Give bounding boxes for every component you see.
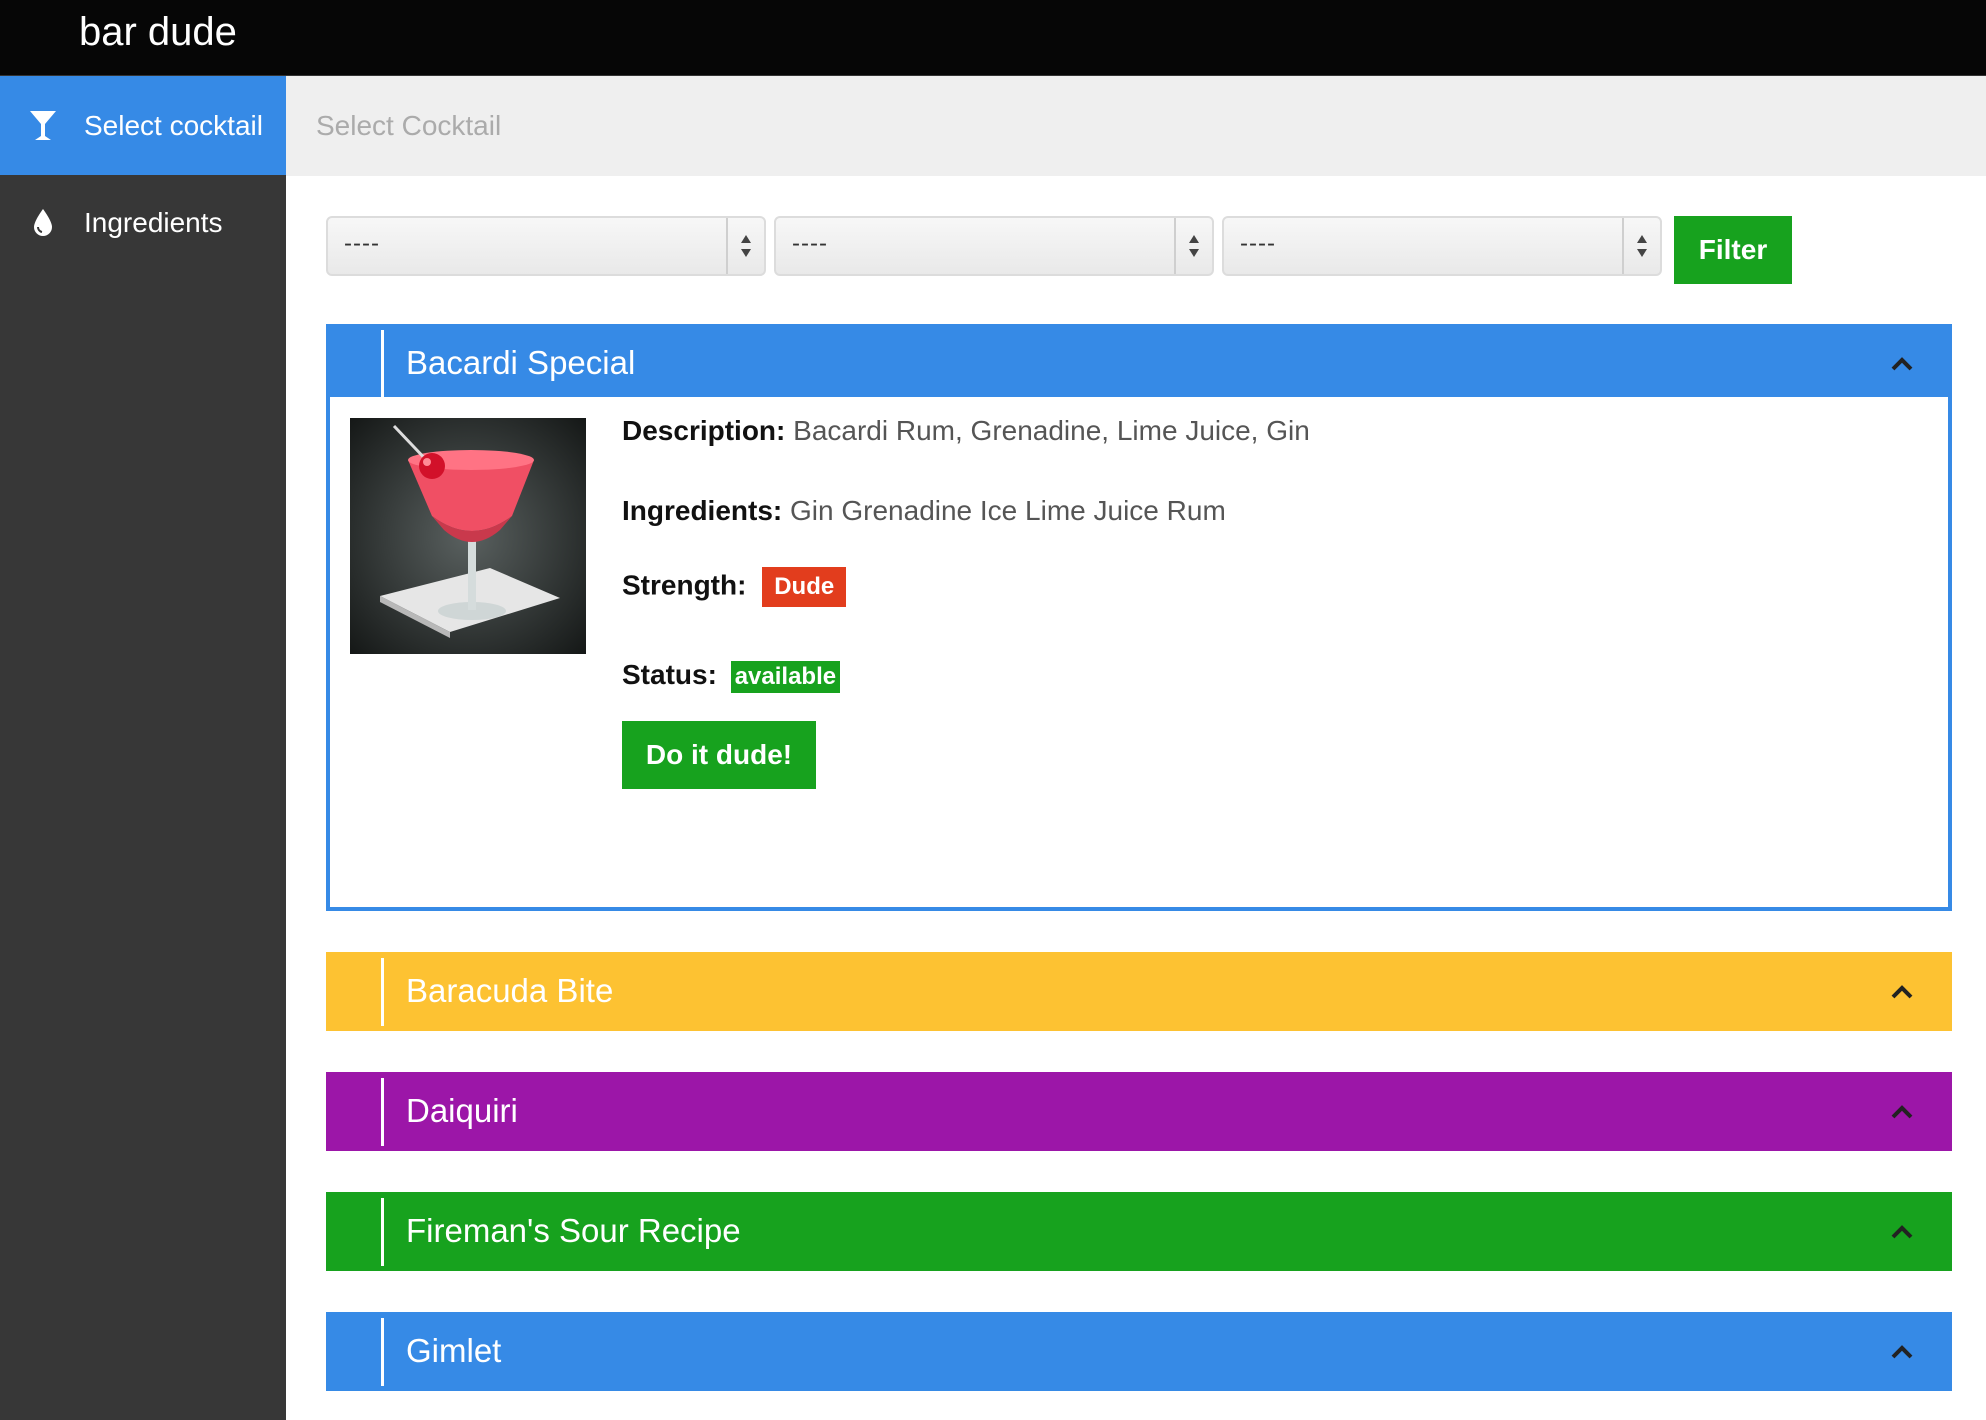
select-arrows-icon [1622, 218, 1660, 274]
sidebar-item-label: Select cocktail [84, 109, 263, 141]
cocktail-panel-header-gimlet[interactable]: Gimlet [326, 1312, 1952, 1391]
header-divider [381, 1198, 384, 1266]
do-it-button[interactable]: Do it dude! [622, 721, 816, 789]
chevron-up-icon[interactable] [1890, 1340, 1914, 1364]
cocktail-panel-header-baracuda-bite[interactable]: Baracuda Bite [326, 952, 1952, 1031]
ingredients-label: Ingredients: [622, 495, 783, 526]
ingredients-row: Ingredients: Gin Grenadine Ice Lime Juic… [622, 495, 1226, 527]
header-divider [381, 330, 384, 398]
select-value: ---- [344, 230, 380, 257]
header-divider [381, 1318, 384, 1386]
cocktail-glass-icon [22, 105, 64, 147]
page-title: Select Cocktail [316, 110, 502, 141]
sidebar-item-label: Ingredients [84, 207, 223, 238]
select-value: ---- [1240, 230, 1276, 257]
page-header: Select Cocktail [286, 76, 1986, 176]
brand-title[interactable]: bar dude [79, 10, 237, 55]
ingredients-value: Gin Grenadine Ice Lime Juice Rum [790, 495, 1226, 526]
strength-badge: Dude [762, 567, 847, 607]
header-divider [381, 1078, 384, 1146]
select-arrows-icon [726, 218, 764, 274]
strength-label: Strength: [622, 569, 747, 601]
filter-select-2[interactable]: ---- [774, 216, 1214, 276]
top-bar: bar dude [0, 0, 1986, 76]
filter-button[interactable]: Filter [1674, 216, 1792, 284]
filter-select-1[interactable]: ---- [326, 216, 766, 276]
status-badge: available [730, 661, 841, 693]
chevron-up-icon[interactable] [1890, 352, 1914, 376]
cocktail-image [350, 418, 586, 654]
cocktail-panel-header-firemans-sour[interactable]: Fireman's Sour Recipe [326, 1192, 1952, 1271]
cocktail-name: Gimlet [406, 1332, 502, 1369]
cocktail-name: Daiquiri [406, 1092, 518, 1129]
select-value: ---- [792, 230, 828, 257]
cocktail-name: Baracuda Bite [406, 972, 614, 1009]
status-label: Status: [622, 659, 717, 690]
sidebar-item-ingredients[interactable]: Ingredients [0, 175, 286, 271]
cocktail-panel-body-bacardi-special: Description: Bacardi Rum, Grenadine, Lim… [326, 397, 1952, 911]
description-label: Description: [622, 415, 786, 446]
cocktail-panel-header-bacardi-special[interactable]: Bacardi Special [326, 324, 1952, 403]
sidebar-item-select-cocktail[interactable]: Select cocktail [0, 76, 286, 175]
chevron-up-icon[interactable] [1890, 1100, 1914, 1124]
chevron-up-icon[interactable] [1890, 980, 1914, 1004]
cocktail-name: Bacardi Special [406, 344, 636, 381]
select-arrows-icon [1174, 218, 1212, 274]
droplet-icon [22, 202, 64, 244]
description-value: Bacardi Rum, Grenadine, Lime Juice, Gin [793, 415, 1310, 446]
status-row: Status: available [622, 659, 841, 693]
cocktail-panel-header-daiquiri[interactable]: Daiquiri [326, 1072, 1952, 1151]
cocktail-name: Fireman's Sour Recipe [406, 1212, 741, 1249]
strength-row: Strength: Dude [622, 567, 847, 607]
chevron-up-icon[interactable] [1890, 1220, 1914, 1244]
filter-bar: ---- ---- ---- Filter [326, 216, 1926, 286]
sidebar: Select cocktail Ingredients [0, 76, 286, 1420]
header-divider [381, 958, 384, 1026]
filter-select-3[interactable]: ---- [1222, 216, 1662, 276]
description-row: Description: Bacardi Rum, Grenadine, Lim… [622, 415, 1310, 447]
